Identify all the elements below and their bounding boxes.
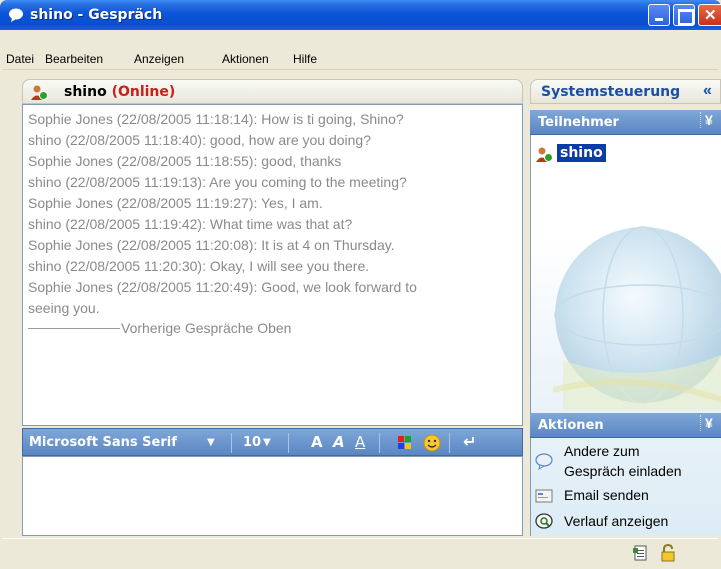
participants-section-header[interactable]: Teilnehmer ¥ <box>530 110 721 135</box>
history-label: Verlauf anzeigen <box>564 513 669 529</box>
maximize-button[interactable] <box>673 4 695 26</box>
menu-aktionen[interactable]: Aktionen <box>222 52 269 66</box>
window-title: shino - Gespräch <box>30 7 163 23</box>
contact-avatar-icon <box>536 147 553 162</box>
email-icon <box>535 489 553 503</box>
contact-title: shino (Online) <box>64 84 175 100</box>
color-palette-icon[interactable] <box>397 435 413 451</box>
chevron-down-icon[interactable]: ▼ <box>207 437 215 448</box>
invite-label-line1: Andere zum <box>564 443 640 459</box>
transcript-line: shino (22/08/2005 11:19:42): What time w… <box>28 216 353 232</box>
title-bar: shino - Gespräch <box>0 0 721 30</box>
invite-label-line2: Gespräch einladen <box>564 463 682 479</box>
lock-icon[interactable] <box>659 544 677 562</box>
status-bar <box>3 538 718 569</box>
transcript-line: Sophie Jones (22/08/2005 11:18:55): good… <box>28 153 342 169</box>
side-panel-title: Systemsteuerung <box>541 84 681 100</box>
close-button[interactable] <box>698 4 721 26</box>
transcript-line: seeing you. <box>28 300 100 316</box>
toolbar-divider <box>449 433 450 453</box>
chat-bubble-icon <box>9 8 23 22</box>
email-label: Email senden <box>564 487 649 503</box>
contact-status: (Online) <box>111 84 176 100</box>
transcript-line: Sophie Jones (22/08/2005 11:20:08): It i… <box>28 237 395 253</box>
collapse-panel-icon[interactable]: « <box>703 82 712 100</box>
underline-button[interactable]: A <box>355 433 365 451</box>
participants-title: Teilnehmer <box>538 115 619 130</box>
toolbar-divider <box>288 433 289 453</box>
globe-watermark-icon <box>553 226 721 410</box>
transcript-line: Sophie Jones (22/08/2005 11:18:14): How … <box>28 111 404 127</box>
transcript-line: shino (22/08/2005 11:19:13): Are you com… <box>28 174 407 190</box>
font-size-select[interactable]: 10 <box>243 435 261 450</box>
bold-button[interactable]: A <box>311 433 323 451</box>
format-toolbar: Microsoft Sans Serif ▼ 10 ▼ A A A ↵ <box>22 428 523 456</box>
transcript-line: Sophie Jones (22/08/2005 11:19:27): Yes,… <box>28 195 323 211</box>
message-input[interactable] <box>22 456 523 536</box>
chevron-double-down-icon[interactable]: ¥ <box>700 112 713 128</box>
history-separator-line <box>28 328 120 329</box>
history-magnifier-icon <box>535 513 553 529</box>
minimize-button[interactable] <box>648 4 670 26</box>
chevron-down-icon[interactable]: ▼ <box>263 437 271 448</box>
invite-bubble-icon <box>535 453 553 470</box>
contact-avatar-icon <box>31 85 48 100</box>
actions-title: Aktionen <box>538 418 604 433</box>
transcript-line: Sophie Jones (22/08/2005 11:20:49): Good… <box>28 279 417 295</box>
menu-bearbeiten[interactable]: Bearbeiten <box>45 52 103 66</box>
menu-datei[interactable]: Datei <box>6 52 34 66</box>
menu-bar: Datei Bearbeiten Anzeigen Aktionen Hilfe <box>3 30 718 70</box>
actions-section-header[interactable]: Aktionen ¥ <box>530 413 721 438</box>
menu-anzeigen[interactable]: Anzeigen <box>134 52 184 66</box>
font-name-select[interactable]: Microsoft Sans Serif <box>29 435 177 450</box>
toolbar-divider <box>379 433 380 453</box>
send-enter-icon[interactable]: ↵ <box>463 432 476 451</box>
transcript-area[interactable]: Sophie Jones (22/08/2005 11:18:14): How … <box>22 104 523 426</box>
transcript-line: shino (22/08/2005 11:20:30): Okay, I wil… <box>28 258 370 274</box>
chevron-double-down-icon[interactable]: ¥ <box>700 415 713 431</box>
conversation-header: shino (Online) <box>22 79 523 104</box>
notes-icon[interactable] <box>631 544 649 562</box>
toolbar-divider <box>231 433 232 453</box>
transcript-line: shino (22/08/2005 11:18:40): good, how a… <box>28 132 371 148</box>
menu-hilfe[interactable]: Hilfe <box>293 52 317 66</box>
emoticon-icon[interactable] <box>423 434 441 452</box>
history-separator-label: Vorherige Gespräche Oben <box>121 320 292 336</box>
italic-button[interactable]: A <box>333 433 345 451</box>
participant-name: shino <box>557 144 606 162</box>
side-panel-header: Systemsteuerung « <box>530 79 721 104</box>
contact-name: shino <box>64 84 107 100</box>
